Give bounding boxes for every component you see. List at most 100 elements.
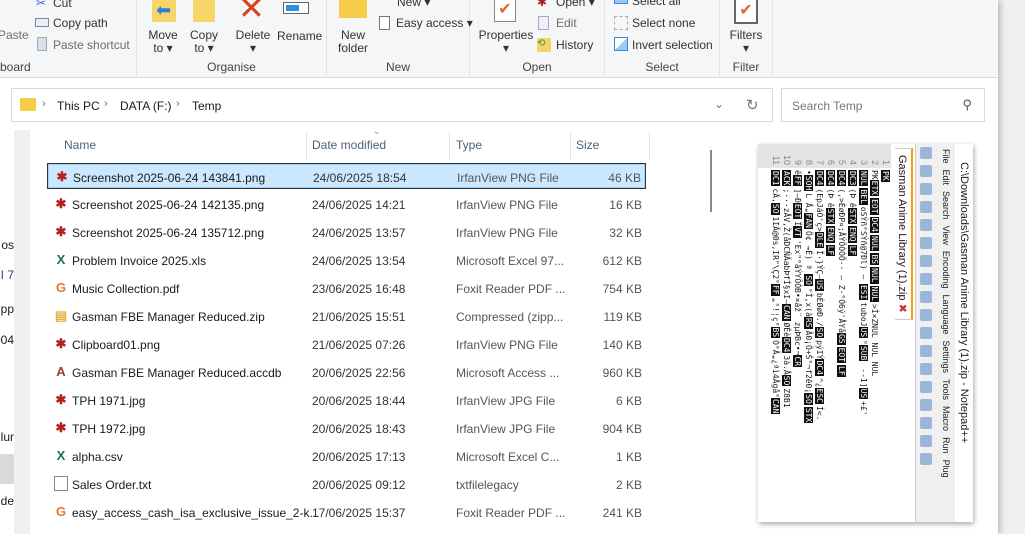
preview-menu-item: Edit <box>941 169 951 186</box>
line-number: 7 <box>815 159 825 165</box>
move-to-icon: ⬅ <box>152 0 176 22</box>
file-row[interactable]: A Gasman FBE Manager Reduced.accdb 20/06… <box>48 360 645 384</box>
file-size: 140 KB <box>602 338 642 352</box>
nav-item[interactable]: 004 <box>0 333 14 347</box>
address-bar[interactable]: › This PC › DATA (F:) › Temp ⌄ ↻ <box>11 88 773 122</box>
breadcrumb-temp[interactable]: Temp <box>192 99 221 113</box>
line-number: 2 <box>870 159 880 165</box>
search-icon[interactable]: ⚲ <box>962 97 972 113</box>
file-row[interactable]: ✱ TPH 1972.jpg 20/06/2025 18:43 IrfanVie… <box>48 416 645 440</box>
breadcrumb-data-drive[interactable]: DATA (F:) <box>120 99 172 113</box>
paste-button[interactable]: Paste <box>0 28 29 42</box>
file-date: 20/06/2025 18:43 <box>312 422 406 436</box>
file-row[interactable]: X alpha.csv 20/06/2025 17:13 Microsoft E… <box>48 444 645 468</box>
file-type: Microsoft Excel C... <box>456 450 560 464</box>
new-folder-button[interactable]: New folder <box>333 29 373 55</box>
column-header-size[interactable]: Size <box>576 138 599 152</box>
column-header-date[interactable]: Date modified <box>312 138 386 152</box>
file-date: 20/06/2025 17:13 <box>312 450 406 464</box>
group-label: board <box>0 60 31 74</box>
easy-access-button[interactable]: Easy access ▾ <box>396 16 473 30</box>
copy-to-button[interactable]: Copy to ▾ <box>187 29 221 55</box>
edit-icon <box>538 16 549 30</box>
move-to-button[interactable]: Move to ▾ <box>145 29 181 55</box>
file-row[interactable]: ✱ Screenshot 2025-06-24 143841.png 24/06… <box>47 163 646 189</box>
zip-file-icon: ▤ <box>54 308 68 323</box>
nav-item[interactable]: pp <box>0 302 14 316</box>
column-divider[interactable] <box>306 132 307 160</box>
nav-item[interactable]: lur <box>0 430 14 444</box>
file-type: Foxit Reader PDF ... <box>456 506 566 520</box>
navigation-scrollbar[interactable] <box>14 130 30 534</box>
preview-menu-item: Plug <box>941 459 951 478</box>
filters-label: Filters <box>729 28 763 42</box>
breadcrumb-this-pc[interactable]: This PC <box>57 99 100 113</box>
select-all-button[interactable]: Select all <box>632 0 681 8</box>
preview-window-title: C:\Downloads\Gasman Anime Library (1).zi… <box>955 144 973 522</box>
column-divider[interactable] <box>449 132 450 160</box>
file-row[interactable]: ✱ Clipboard01.png 21/06/2025 07:26 Irfan… <box>48 332 645 356</box>
history-dropdown-icon[interactable]: ⌄ <box>714 97 724 111</box>
column-divider[interactable] <box>570 132 571 160</box>
search-box[interactable]: Search Temp ⚲ <box>781 88 985 122</box>
rename-button[interactable]: Rename <box>277 29 322 43</box>
paste-shortcut-button[interactable]: Paste shortcut <box>53 38 130 52</box>
open-icon: ✱ <box>537 0 548 9</box>
irfanview-file-icon: ✱ <box>55 336 67 351</box>
file-type: IrfanView PNG File <box>456 198 558 212</box>
file-name: TPH 1971.jpg <box>72 394 146 408</box>
preview-menu-item: Search <box>941 191 951 220</box>
column-header-name[interactable]: Name <box>64 138 96 152</box>
filters-button[interactable]: Filters ▾ <box>726 29 766 55</box>
folder-icon <box>20 98 36 111</box>
edit-button[interactable]: Edit <box>556 16 577 30</box>
file-explorer-window: Paste ✂ Cut Copy path Paste shortcut boa… <box>0 0 998 534</box>
open-button[interactable]: Open ▾ <box>556 0 595 9</box>
file-list-scrollbar[interactable] <box>704 130 720 534</box>
cut-button[interactable]: Cut <box>53 0 72 10</box>
invert-selection-button[interactable]: Invert selection <box>632 38 713 52</box>
file-row[interactable]: X Problem Invoice 2025.xls 24/06/2025 13… <box>48 248 645 272</box>
file-row[interactable]: ▤ Gasman FBE Manager Reduced.zip 21/06/2… <box>48 304 645 328</box>
navigation-pane: os 7 I pp 004 lur de <box>0 130 14 534</box>
binary-content: PK PKETXEOTDC4NULBSNULNUL>Ì×ZNUL NUL NUL… <box>771 170 890 424</box>
file-size: 754 KB <box>602 282 642 296</box>
copy-path-button[interactable]: Copy path <box>53 16 108 30</box>
excel-file-icon: X <box>56 252 66 267</box>
search-input[interactable]: Search Temp <box>792 99 862 113</box>
line-number: 11 <box>771 155 781 165</box>
nav-item[interactable]: 7 I <box>0 268 14 282</box>
file-row[interactable]: G Music Collection.pdf 23/06/2025 16:48 … <box>48 276 645 300</box>
new-folder-icon <box>339 0 367 18</box>
rename-icon <box>283 2 309 14</box>
new-item-button[interactable]: New ▾ <box>397 0 430 9</box>
file-row[interactable]: ✱ Screenshot 2025-06-24 142135.png 24/06… <box>48 192 645 216</box>
file-type: IrfanView PNG File <box>457 171 559 185</box>
file-date: 24/06/2025 14:21 <box>312 198 406 212</box>
column-header-type[interactable]: Type <box>456 138 482 152</box>
nav-item-highlight[interactable] <box>0 454 14 484</box>
file-row[interactable]: G easy_access_cash_isa_exclusive_issue_2… <box>48 500 645 524</box>
line-number: 6 <box>826 159 836 165</box>
nav-item[interactable]: os <box>0 238 14 252</box>
chevron-right-icon: › <box>42 98 46 110</box>
refresh-icon[interactable]: ↻ <box>746 96 759 114</box>
file-type: IrfanView JPG File <box>456 394 556 408</box>
file-name: alpha.csv <box>72 450 123 464</box>
file-size: 612 KB <box>602 254 642 268</box>
delete-button[interactable]: Delete ▾ <box>235 29 271 55</box>
properties-button[interactable]: Properties ▾ <box>476 29 536 55</box>
scrollbar-thumb[interactable] <box>710 150 712 212</box>
file-row[interactable]: Sales Order.txt 20/06/2025 09:12 txtfile… <box>48 472 645 496</box>
file-type: txtfilelegacy <box>456 478 519 492</box>
file-date: 20/06/2025 18:44 <box>312 394 406 408</box>
nav-item[interactable]: de <box>0 494 14 508</box>
text-file-icon <box>54 476 68 491</box>
file-row[interactable]: ✱ TPH 1971.jpg 20/06/2025 18:44 IrfanVie… <box>48 388 645 412</box>
group-label: Select <box>645 60 679 74</box>
select-none-button[interactable]: Select none <box>632 16 695 30</box>
history-button[interactable]: History <box>556 38 593 52</box>
column-divider[interactable] <box>649 132 650 160</box>
file-row[interactable]: ✱ Screenshot 2025-06-24 135712.png 24/06… <box>48 220 645 244</box>
preview-menu-item: Macro <box>941 406 951 432</box>
